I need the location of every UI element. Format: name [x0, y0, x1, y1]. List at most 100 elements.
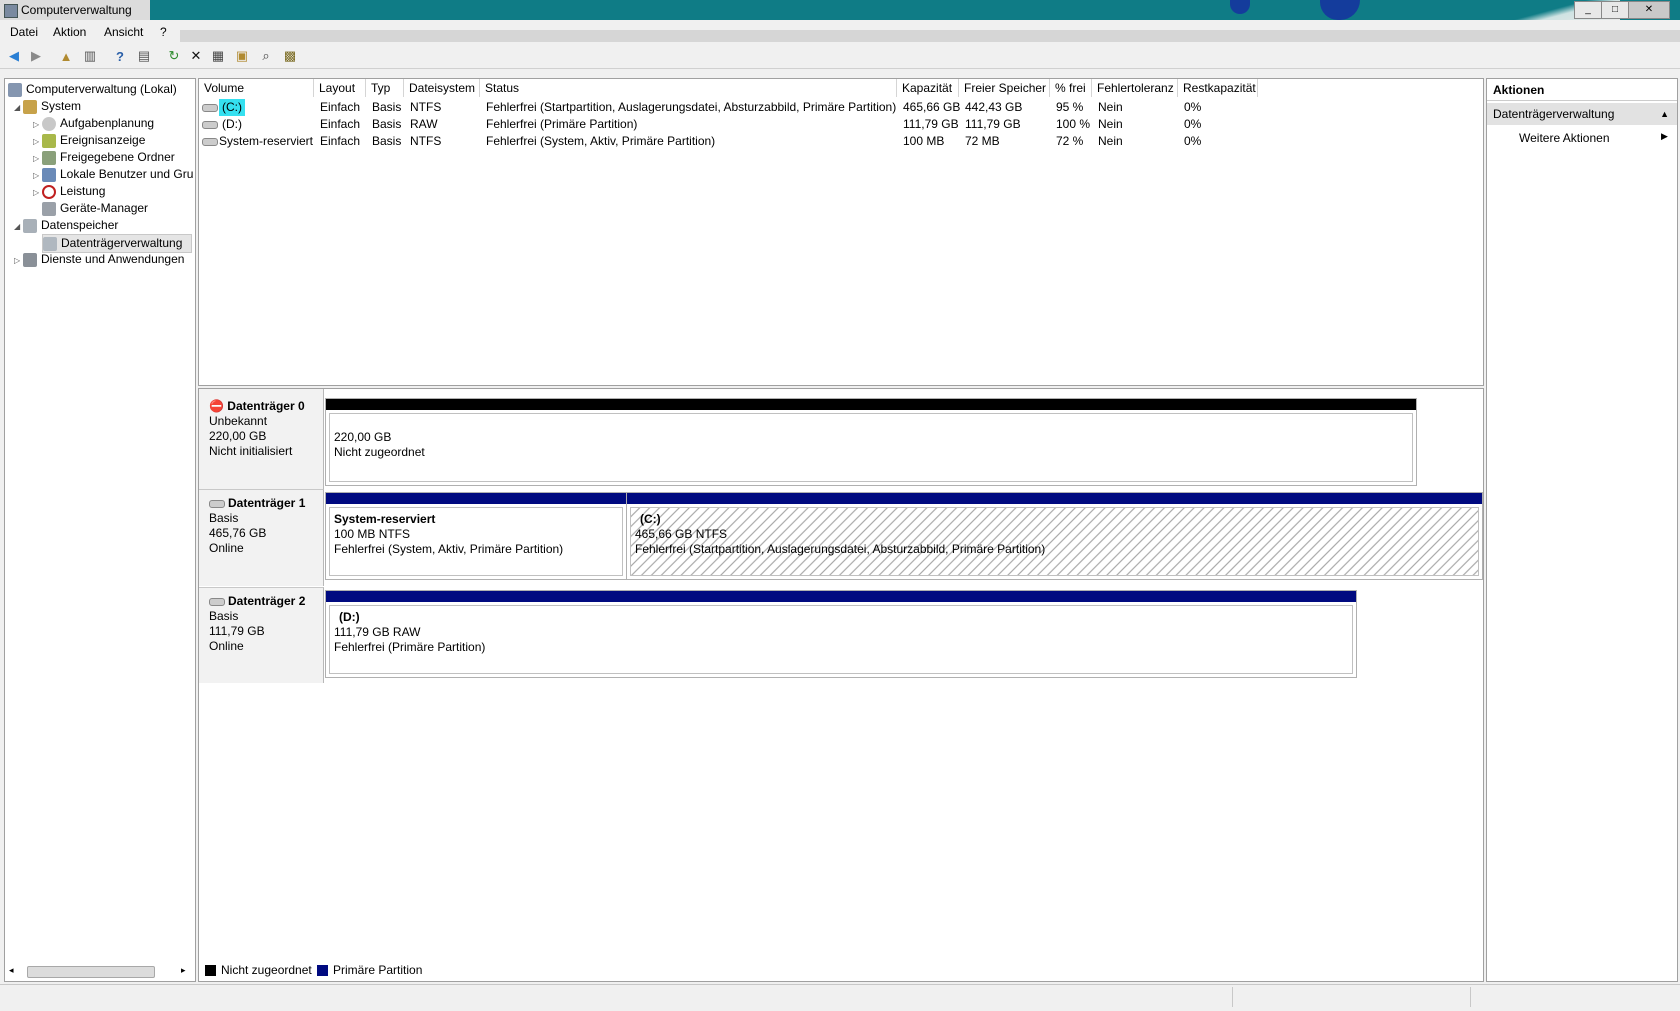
partition-unallocated[interactable]: 220,00 GB Nicht zugeordnet [325, 398, 1417, 486]
partition-name: (C:) [640, 512, 661, 526]
more-actions-label: Weitere Aktionen [1519, 131, 1610, 145]
minimize-button[interactable]: _ [1574, 1, 1602, 19]
title-bar: Computerverwaltung _ □ ✕ [0, 0, 1680, 20]
collapsed-arrow-icon[interactable]: ▷ [33, 150, 42, 167]
forward-arrow-icon[interactable]: ▶ [28, 48, 44, 64]
tree-label: Geräte-Manager [60, 201, 149, 215]
partition-system-reserved[interactable]: System-reserviert 100 MB NTFS Fehlerfrei… [325, 492, 627, 580]
actions-section-label: Datenträgerverwaltung [1493, 107, 1615, 121]
submenu-arrow-icon[interactable]: ▶ [1661, 131, 1668, 142]
tree-item-system[interactable]: ◢ System [14, 98, 81, 115]
scroll-right-icon[interactable]: ▸ [181, 965, 186, 976]
tree-item-device-manager[interactable]: Geräte-Manager [42, 200, 148, 217]
partition-c[interactable]: (C:) 465,66 GB NTFS Fehlerfrei (Startpar… [626, 492, 1483, 580]
up-folder-icon[interactable]: ▲ [58, 48, 74, 64]
partition-status: Nicht zugeordnet [334, 445, 425, 459]
col-kapazitaet[interactable]: Kapazität [897, 79, 959, 97]
disk-2-info[interactable]: Datenträger 2 Basis 111,79 GB Online [199, 587, 324, 683]
clock-icon [42, 116, 56, 131]
wallpaper-shape [1320, 0, 1360, 20]
search-icon[interactable]: ⌕ [258, 48, 274, 64]
close-button[interactable]: ✕ [1628, 1, 1670, 19]
tree-horizontal-scrollbar[interactable]: ◂ ▸ [9, 965, 189, 978]
volume-list: Volume Layout Typ Dateisystem Status Kap… [198, 78, 1484, 386]
collapsed-arrow-icon[interactable]: ▷ [33, 116, 42, 133]
scroll-thumb[interactable] [27, 966, 155, 978]
cell-typ: Basis [372, 134, 402, 148]
maximize-button[interactable]: □ [1601, 1, 1629, 19]
toolbar: ◀ ▶ ▲ ▥ ? ▤ ↻ ✕ ▦ ▣ ⌕ ▩ [0, 44, 1680, 69]
disk-state: Online [209, 541, 244, 555]
computer-icon [8, 82, 22, 97]
col-fehlertoleranz[interactable]: Fehlertoleranz [1092, 79, 1178, 97]
cell-typ: Basis [372, 117, 402, 131]
menu-ansicht[interactable]: Ansicht [104, 25, 143, 39]
volume-name: (C:) [219, 99, 245, 116]
refresh-icon[interactable]: ↻ [166, 48, 182, 64]
tree-item-storage[interactable]: ◢ Datenspeicher [14, 217, 118, 234]
collapsed-arrow-icon[interactable]: ▷ [33, 133, 42, 150]
partition-bar [326, 399, 1416, 410]
open-icon[interactable]: ▣ [234, 48, 250, 64]
tree-label: Dienste und Anwendungen [41, 252, 185, 266]
partition-size: 111,79 GB RAW [334, 625, 421, 639]
cell-status: Fehlerfrei (Startpartition, Auslagerungs… [486, 100, 897, 114]
tree-item-services[interactable]: ▷ Dienste und Anwendungen [14, 251, 184, 268]
tree-label: Aufgabenplanung [60, 116, 155, 130]
title-area: Computerverwaltung [0, 0, 150, 20]
expanded-arrow-icon[interactable]: ◢ [14, 218, 23, 235]
tree-item-shared-folders[interactable]: ▷ Freigegebene Ordner [33, 149, 175, 166]
collapse-icon[interactable]: ▲ [1660, 103, 1669, 125]
shared-folder-icon [42, 150, 56, 165]
partition-d[interactable]: (D:) 111,79 GB RAW Fehlerfrei (Primäre P… [325, 590, 1357, 678]
partition-name: System-reserviert [334, 512, 436, 526]
table-row[interactable]: (D:) Einfach Basis RAW Fehlerfrei (Primä… [199, 116, 1483, 133]
col-layout[interactable]: Layout [314, 79, 366, 97]
scroll-left-icon[interactable]: ◂ [9, 965, 14, 976]
col-restkapazitaet[interactable]: Restkapazität [1178, 79, 1258, 97]
delete-icon[interactable]: ✕ [188, 48, 204, 64]
collapsed-arrow-icon[interactable]: ▷ [33, 184, 42, 201]
col-freier-speicher[interactable]: Freier Speicher [959, 79, 1050, 97]
back-arrow-icon[interactable]: ◀ [6, 48, 22, 64]
collapsed-arrow-icon[interactable]: ▷ [14, 252, 23, 269]
tree-item-performance[interactable]: ▷ Leistung [33, 183, 105, 200]
cell-status: Fehlerfrei (System, Aktiv, Primäre Parti… [486, 134, 716, 148]
window-title: Computerverwaltung [21, 3, 132, 17]
col-status[interactable]: Status [480, 79, 897, 97]
tree-item-event-viewer[interactable]: ▷ Ereignisanzeige [33, 132, 145, 149]
help-icon[interactable]: ? [112, 48, 128, 64]
cell-restkapazitaet: 0% [1184, 100, 1202, 114]
disk-0-info[interactable]: ⛔ Datenträger 0 Unbekannt 220,00 GB Nich… [199, 389, 324, 489]
more-actions-item[interactable]: Weitere Aktionen [1519, 129, 1610, 147]
show-hide-action-icon[interactable]: ▤ [136, 48, 152, 64]
services-icon [23, 252, 37, 267]
partition-body: (D:) 111,79 GB RAW Fehlerfrei (Primäre P… [329, 605, 1353, 674]
partition-bar [326, 493, 626, 504]
col-prozent-frei[interactable]: % frei [1050, 79, 1092, 97]
cell-prozent: 72 % [1056, 134, 1084, 148]
partition-status: Fehlerfrei (Primäre Partition) [334, 640, 486, 654]
tree-item-local-users[interactable]: ▷ Lokale Benutzer und Gru [33, 166, 193, 183]
table-row[interactable]: System-reserviert Einfach Basis NTFS Feh… [199, 133, 1483, 150]
disk-type: Unbekannt [209, 414, 268, 428]
expanded-arrow-icon[interactable]: ◢ [14, 99, 23, 116]
legend-label: Primäre Partition [333, 963, 423, 977]
col-dateisystem[interactable]: Dateisystem [404, 79, 480, 97]
menu-aktion[interactable]: Aktion [53, 25, 86, 39]
tree-label: System [41, 99, 82, 113]
properties-icon[interactable]: ▦ [210, 48, 226, 64]
disk-icon [202, 116, 221, 133]
col-typ[interactable]: Typ [366, 79, 404, 97]
show-hide-tree-icon[interactable]: ▥ [82, 48, 98, 64]
menu-datei[interactable]: Datei [10, 25, 38, 39]
menu-help[interactable]: ? [160, 25, 167, 39]
actions-section-header[interactable]: Datenträgerverwaltung ▲ [1487, 103, 1677, 125]
collapsed-arrow-icon[interactable]: ▷ [33, 167, 42, 184]
tree-item-task-scheduler[interactable]: ▷ Aufgabenplanung [33, 115, 154, 132]
wizard-icon[interactable]: ▩ [282, 48, 298, 64]
disk-1-info[interactable]: Datenträger 1 Basis 465,76 GB Online [199, 489, 324, 586]
col-volume[interactable]: Volume [199, 79, 314, 97]
table-row[interactable]: (C:) Einfach Basis NTFS Fehlerfrei (Star… [199, 99, 1483, 116]
tree-item-root[interactable]: Computerverwaltung (Lokal) [8, 81, 177, 98]
